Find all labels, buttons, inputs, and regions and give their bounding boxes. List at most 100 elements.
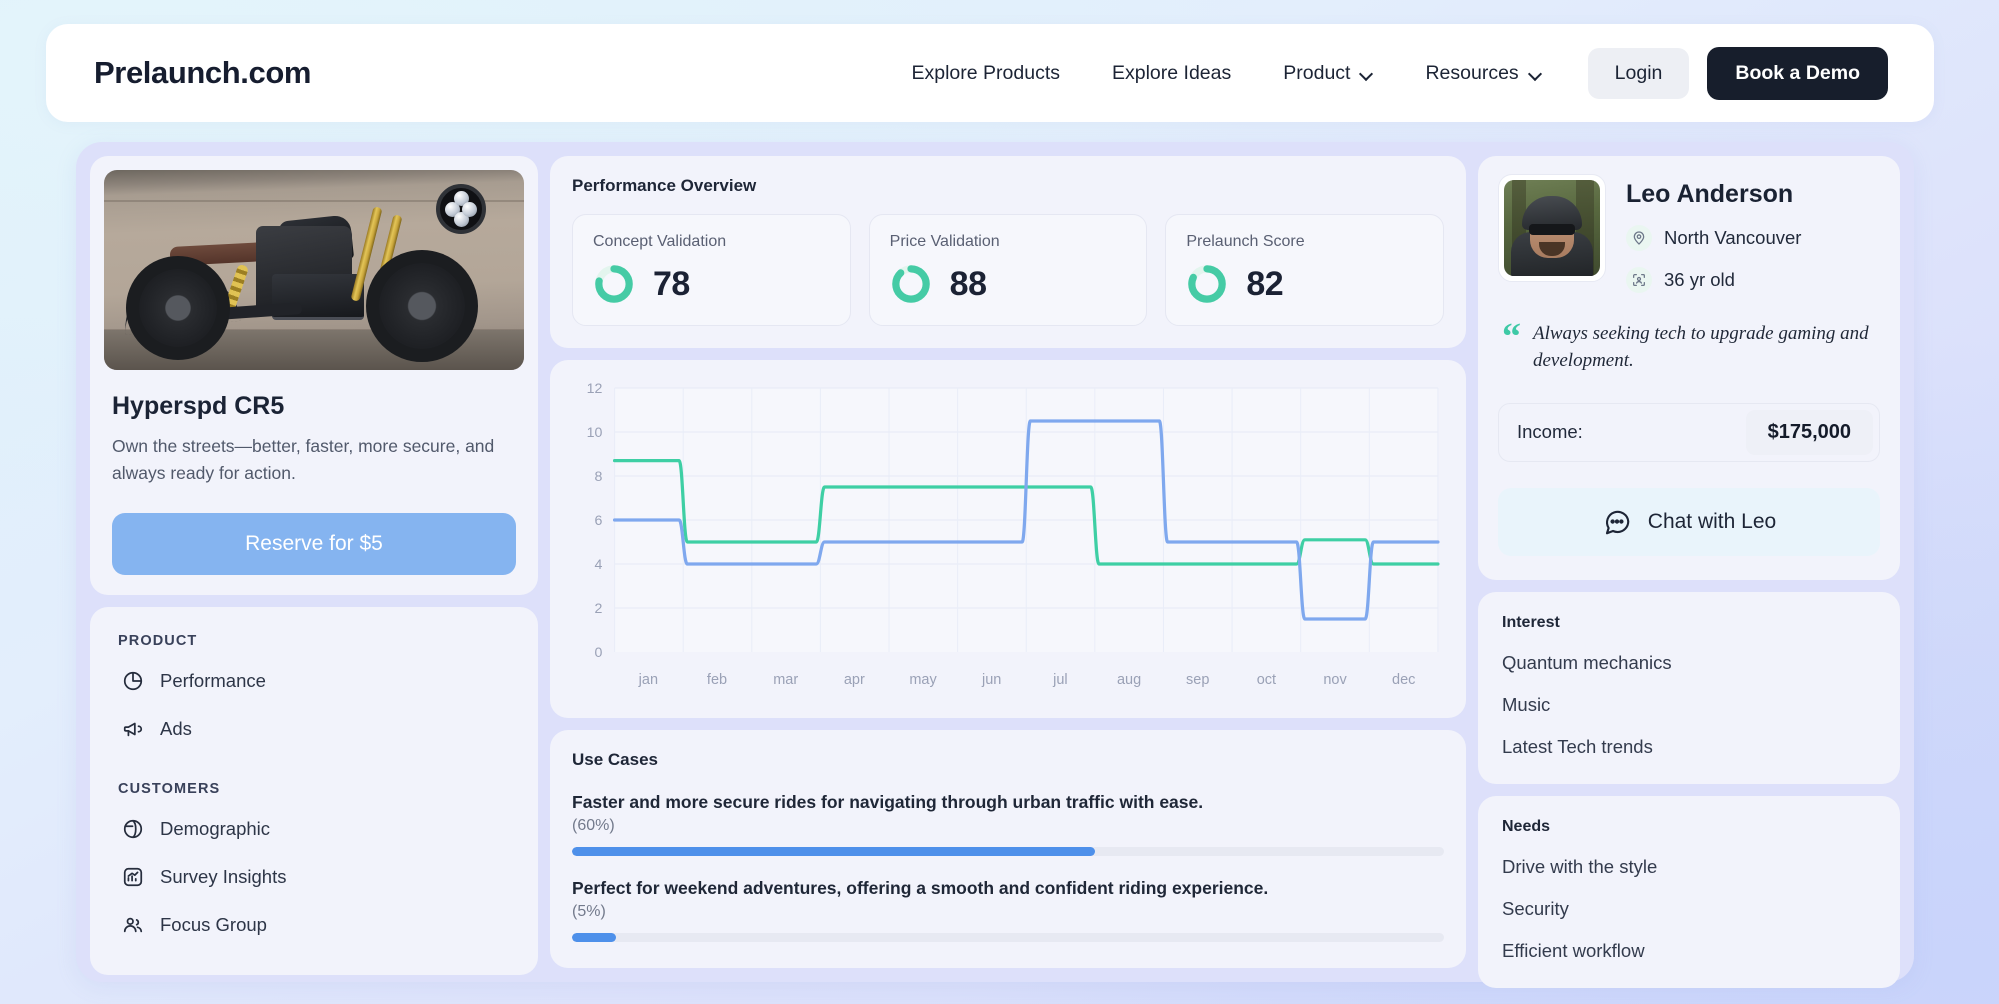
nav-item-resources[interactable]: Resources bbox=[1399, 52, 1567, 95]
nav-label: Explore Ideas bbox=[1112, 61, 1232, 84]
list-item: Music bbox=[1502, 693, 1551, 715]
use-case-item: Faster and more secure rides for navigat… bbox=[572, 792, 1444, 856]
x-axis-tick-label: mar bbox=[773, 672, 799, 688]
sidebar-item-ads[interactable]: Ads bbox=[118, 705, 510, 753]
list-item: Latest Tech trends bbox=[1502, 735, 1653, 757]
globe-icon bbox=[122, 818, 144, 840]
use-case-item: Perfect for weekend adventures, offering… bbox=[572, 878, 1444, 942]
sidebar-group-title-product: PRODUCT bbox=[118, 633, 198, 650]
people-group-icon bbox=[122, 914, 144, 936]
nav-item-explore-ideas[interactable]: Explore Ideas bbox=[1086, 52, 1257, 95]
site-header: Prelaunch.com Explore Products Explore I… bbox=[46, 24, 1934, 122]
sidebar-group-title-customers: CUSTOMERS bbox=[118, 781, 221, 798]
person-scan-icon bbox=[1626, 267, 1652, 293]
sidebar-item-label: Ads bbox=[160, 718, 192, 740]
nav-item-product[interactable]: Product bbox=[1257, 52, 1399, 95]
megaphone-icon bbox=[122, 718, 144, 740]
chat-with-leo-button[interactable]: Chat with Leo bbox=[1498, 487, 1880, 556]
quote-mark-icon: “ bbox=[1502, 316, 1521, 358]
use-case-percent: (5%) bbox=[572, 903, 606, 920]
x-axis-tick-label: feb bbox=[706, 672, 728, 688]
list-item: Security bbox=[1502, 897, 1569, 919]
avatar bbox=[1504, 180, 1600, 276]
profile-card: Leo Anderson North Vancouver 36 yr old “… bbox=[1478, 156, 1900, 580]
sidebar-item-survey-insights[interactable]: Survey Insights bbox=[118, 853, 510, 901]
site-logo[interactable]: Prelaunch.com bbox=[94, 55, 311, 91]
profile-age-row: 36 yr old bbox=[1626, 267, 1880, 293]
gauge-icon bbox=[891, 265, 930, 303]
survey-chart-icon bbox=[122, 866, 144, 888]
left-column: Hyperspd CR5 Own the streets—better, fas… bbox=[90, 156, 538, 976]
use-case-progress-fill bbox=[572, 847, 1096, 856]
profile-location: North Vancouver bbox=[1664, 227, 1802, 248]
metrics-row: Concept Validation 78 Price Validation 8… bbox=[572, 214, 1445, 326]
x-axis-tick-label: may bbox=[909, 672, 937, 688]
chart-x-axis-labels: jan feb mar apr may jun jul aug sep oct nov dec bbox=[614, 672, 1444, 688]
x-axis-tick-label: jan bbox=[638, 672, 659, 688]
product-card: Hyperspd CR5 Own the streets—better, fas… bbox=[90, 156, 538, 596]
use-case-progress-bar bbox=[572, 933, 1444, 942]
x-axis-tick-label: oct bbox=[1256, 672, 1277, 688]
profile-name: Leo Anderson bbox=[1626, 180, 1794, 208]
sidebar-item-demographic[interactable]: Demographic bbox=[118, 805, 510, 853]
sidebar-item-label: Focus Group bbox=[160, 914, 267, 936]
list-item: Drive with the style bbox=[1502, 855, 1658, 877]
svg-text:12: 12 bbox=[587, 380, 603, 396]
sidebar-item-label: Performance bbox=[160, 670, 266, 692]
use-case-progress-bar bbox=[572, 847, 1444, 856]
use-case-progress-fill bbox=[572, 933, 616, 942]
x-axis-tick-label: nov bbox=[1323, 672, 1347, 688]
product-description: Own the streets—better, faster, more sec… bbox=[112, 436, 495, 484]
right-column: Leo Anderson North Vancouver 36 yr old “… bbox=[1478, 156, 1900, 988]
sidebar-item-focus-group[interactable]: Focus Group bbox=[118, 901, 510, 949]
nav-label: Explore Products bbox=[911, 61, 1061, 84]
income-row: Income: $175,000 bbox=[1498, 402, 1880, 462]
chat-bubble-icon bbox=[1602, 507, 1632, 537]
performance-overview-card: Performance Overview Concept Validation … bbox=[550, 156, 1466, 348]
trend-chart-card: 0 2 4 6 8 10 12 jan feb mar apr may jun jul aug sep oct… bbox=[550, 360, 1466, 718]
svg-text:0: 0 bbox=[595, 644, 603, 660]
svg-text:10: 10 bbox=[587, 424, 603, 440]
nav-label: Product bbox=[1283, 61, 1351, 84]
income-label: Income: bbox=[1517, 421, 1583, 443]
metric-label: Price Validation bbox=[889, 233, 1000, 250]
interest-title: Interest bbox=[1502, 613, 1560, 631]
metric-value: 78 bbox=[653, 264, 690, 303]
metric-value: 88 bbox=[949, 264, 987, 303]
profile-age: 36 yr old bbox=[1664, 269, 1735, 290]
gauge-icon bbox=[595, 265, 633, 303]
svg-text:2: 2 bbox=[595, 600, 603, 616]
login-button[interactable]: Login bbox=[1587, 47, 1690, 99]
use-cases-card: Use Cases Faster and more secure rides f… bbox=[550, 730, 1466, 968]
list-item: Efficient workflow bbox=[1502, 939, 1645, 961]
svg-text:8: 8 bbox=[595, 468, 603, 484]
metric-price-validation: Price Validation 88 bbox=[868, 214, 1148, 326]
interest-card: Interest Quantum mechanics Music Latest … bbox=[1478, 591, 1900, 784]
needs-card: Needs Drive with the style Security Effi… bbox=[1478, 795, 1900, 988]
nav-item-explore-products[interactable]: Explore Products bbox=[886, 52, 1087, 95]
center-column: Performance Overview Concept Validation … bbox=[550, 156, 1466, 968]
sidebar-menu: PRODUCT Performance Ads CUSTOMERS Demogr… bbox=[90, 607, 538, 976]
pie-chart-icon bbox=[122, 670, 144, 692]
svg-text:6: 6 bbox=[595, 512, 603, 528]
location-pin-icon bbox=[1626, 225, 1652, 251]
metric-prelaunch-score: Prelaunch Score 82 bbox=[1165, 214, 1445, 326]
x-axis-tick-label: jun bbox=[982, 672, 1002, 688]
chevron-down-icon bbox=[1360, 69, 1373, 77]
profile-quote: Always seeking tech to upgrade gaming an… bbox=[1533, 323, 1869, 371]
main-navigation: Explore Products Explore Ideas Product R… bbox=[886, 46, 1888, 100]
performance-overview-title: Performance Overview bbox=[572, 176, 757, 195]
list-item: Quantum mechanics bbox=[1502, 651, 1672, 673]
metric-label: Prelaunch Score bbox=[1186, 233, 1305, 250]
book-demo-button[interactable]: Book a Demo bbox=[1707, 46, 1888, 100]
use-case-text: Perfect for weekend adventures, offering… bbox=[572, 878, 1269, 898]
use-case-text: Faster and more secure rides for navigat… bbox=[572, 792, 1204, 812]
x-axis-tick-label: aug bbox=[1116, 672, 1142, 688]
needs-title: Needs bbox=[1502, 817, 1551, 835]
sidebar-item-label: Survey Insights bbox=[160, 866, 287, 888]
sidebar-item-performance[interactable]: Performance bbox=[118, 657, 510, 705]
x-axis-tick-label: apr bbox=[843, 672, 865, 688]
reserve-button[interactable]: Reserve for $5 bbox=[112, 513, 516, 576]
metric-concept-validation: Concept Validation 78 bbox=[572, 214, 851, 326]
x-axis-tick-label: sep bbox=[1186, 672, 1210, 688]
